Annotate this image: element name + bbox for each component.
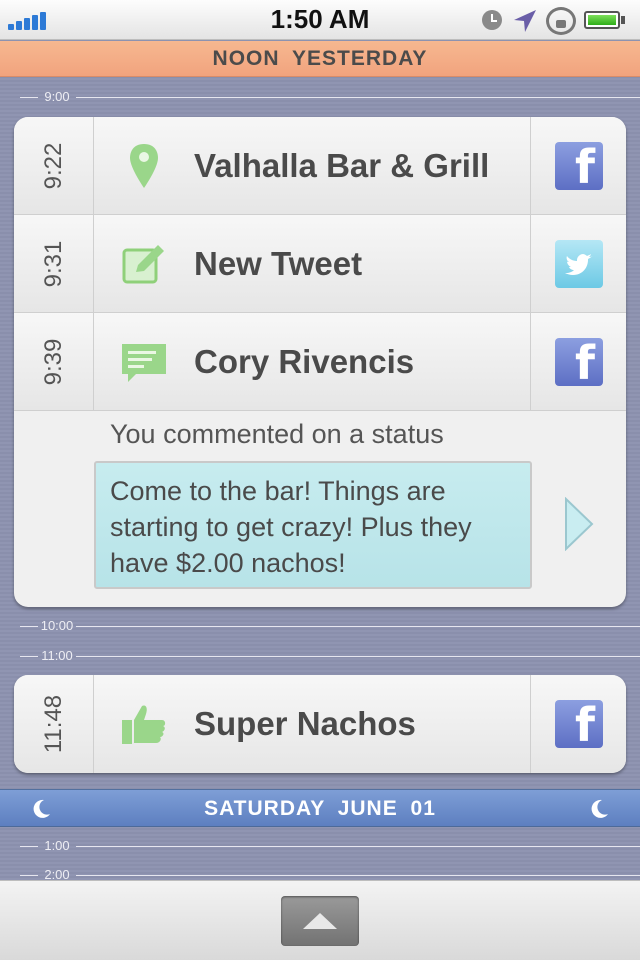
event-detail: You commented on a status Come to the ba… (14, 411, 626, 607)
clock-icon (482, 10, 502, 30)
event-card: 9:22 Valhalla Bar & Grill f 9:31 New Twe… (14, 117, 626, 607)
hour-mark: 11:00 (20, 648, 640, 663)
event-row[interactable]: 11:48 Super Nachos f (14, 675, 626, 773)
event-row[interactable]: 9:22 Valhalla Bar & Grill f (14, 117, 626, 215)
event-time: 11:48 (14, 675, 94, 773)
section-header-noon-yesterday: NOON YESTERDAY (0, 41, 640, 77)
battery-icon (584, 11, 620, 29)
event-title: Cory Rivencis (194, 343, 415, 380)
status-bar: 1:50 AM (0, 0, 640, 40)
scroll-up-button[interactable] (281, 896, 359, 946)
hour-mark: 2:00 (20, 867, 640, 882)
facebook-icon[interactable]: f (555, 336, 603, 390)
app-cell[interactable] (530, 215, 626, 313)
status-icons (472, 6, 632, 35)
rotation-lock-icon (546, 7, 576, 35)
date-banner-label: SATURDAY JUNE 01 (204, 797, 436, 820)
chevron-right-icon[interactable] (564, 497, 594, 551)
hour-mark: 9:00 (20, 89, 640, 104)
app-cell[interactable]: f (530, 675, 626, 773)
facebook-icon[interactable]: f (555, 698, 603, 752)
event-time: 9:39 (14, 313, 94, 411)
event-title: Valhalla Bar & Grill (194, 147, 490, 184)
event-row[interactable]: 9:31 New Tweet (14, 215, 626, 313)
moon-icon (591, 799, 608, 818)
bottom-toolbar (0, 880, 640, 960)
twitter-icon[interactable] (555, 240, 603, 288)
hour-mark: 1:00 (20, 838, 640, 853)
event-title: New Tweet (194, 245, 363, 282)
thumbs-up-icon (122, 705, 166, 744)
location-pin-icon (130, 144, 158, 188)
moon-icon (33, 799, 50, 818)
location-arrow-icon (514, 10, 536, 32)
app-cell[interactable]: f (530, 313, 626, 411)
event-row[interactable]: 9:39 Cory Rivencis f (14, 313, 626, 411)
comment-bubble[interactable]: Come to the bar! Things are starting to … (94, 461, 532, 589)
hour-mark: 10:00 (20, 618, 640, 633)
comment-icon (122, 344, 166, 382)
timeline[interactable]: 9:00 9:22 Valhalla Bar & Grill f 9:31 Ne… (0, 77, 640, 882)
event-card: 11:48 Super Nachos f (14, 675, 626, 773)
compose-icon (122, 245, 164, 284)
facebook-icon[interactable]: f (555, 140, 603, 194)
event-time: 9:22 (14, 117, 94, 215)
event-time: 9:31 (14, 215, 94, 313)
date-banner: SATURDAY JUNE 01 (0, 789, 640, 827)
app-cell[interactable]: f (530, 117, 626, 215)
detail-subtitle: You commented on a status (110, 419, 444, 449)
event-title: Super Nachos (194, 705, 416, 742)
